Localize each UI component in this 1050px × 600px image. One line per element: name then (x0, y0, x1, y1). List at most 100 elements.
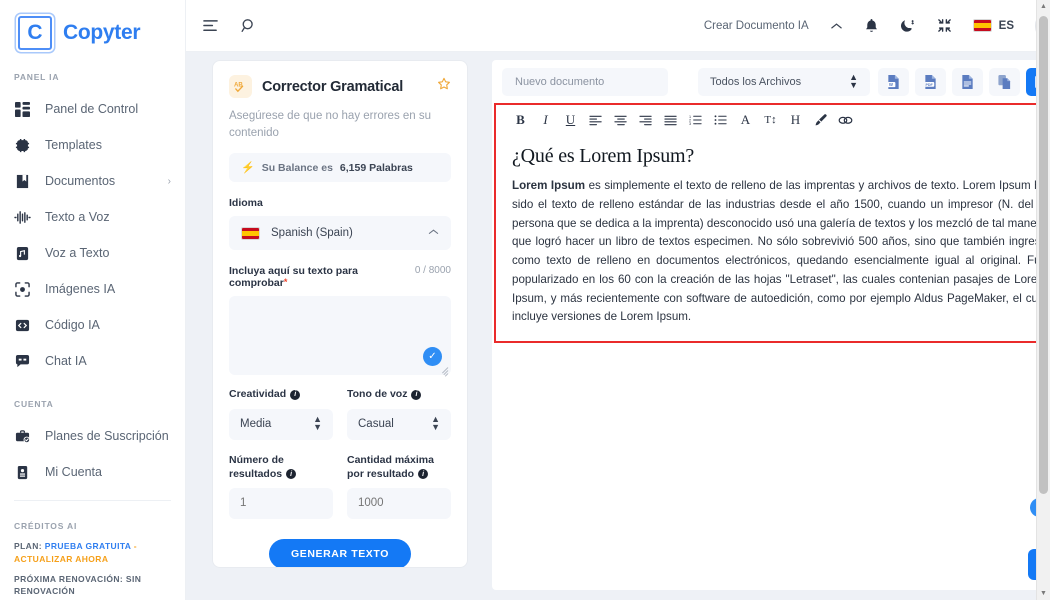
svg-text:PDF: PDF (925, 83, 933, 87)
plan-upgrade-link[interactable]: ACTUALIZAR AHORA (14, 554, 108, 564)
text-counter: 0 / 8000 (414, 265, 451, 277)
sidebar-item-voz-a-texto[interactable]: Voz a Texto (0, 235, 185, 271)
creativity-value: Media (240, 418, 272, 431)
sidebar-item-mi-cuenta[interactable]: Mi Cuenta (0, 454, 185, 490)
bolt-icon: ⚡ (241, 162, 255, 175)
spellcheck-icon: AB (229, 75, 252, 98)
tool-panel-wrapper: AB Corrector Gramatical Asegúrese de que… (186, 52, 482, 600)
spain-flag-icon (972, 19, 992, 32)
star-icon[interactable] (437, 77, 451, 96)
maxamount-label: Cantidad máxima por resultado i (347, 453, 451, 481)
file-filter-select[interactable]: Todos los Archivos ▲ ▼ (698, 68, 870, 96)
info-icon[interactable]: i (418, 469, 429, 480)
brush-button[interactable] (808, 109, 833, 131)
results-label-text: Número de resultados (229, 453, 284, 480)
link-button[interactable] (833, 109, 858, 131)
balance-value: 6,159 Palabras (339, 161, 413, 174)
sidebar-item-chat-ia[interactable]: Chat IA (0, 343, 185, 379)
text-field-label: 0 / 8000 Incluya aquí su texto para comp… (229, 265, 451, 289)
document-name-input[interactable] (502, 68, 668, 96)
export-buttons-group: W PDF (878, 68, 1050, 96)
sidebar-item-documentos[interactable]: Documentos › (0, 163, 185, 199)
maxamount-input[interactable] (347, 487, 451, 519)
document-content[interactable]: ¿Qué es Lorem Ipsum? Lorem Ipsum es simp… (494, 135, 1050, 344)
tone-select[interactable]: Casual ▲ ▼ (347, 408, 451, 440)
balance-text: Su Balance es (261, 161, 333, 174)
scrollbar-up-arrow-icon[interactable]: ▲ (1040, 3, 1047, 10)
editor-wrapper: Todos los Archivos ▲▼ W PDF (482, 52, 1050, 600)
sidebar-item-planes-de-suscripcion[interactable]: Planes de Suscripción (0, 418, 185, 454)
text-input-textarea[interactable]: ✓ (229, 296, 451, 378)
generate-text-button[interactable]: GENERAR TEXTO (269, 538, 411, 567)
font-color-button[interactable]: A (733, 109, 758, 131)
results-input[interactable] (229, 487, 333, 519)
creativity-field: Creatividad i Media ▲ ▼ (229, 387, 333, 440)
brand[interactable]: C Copyter (0, 0, 185, 52)
resize-grip-icon[interactable] (440, 365, 449, 378)
plan-dash: - (133, 541, 138, 551)
menu-collapse-icon[interactable] (202, 18, 219, 33)
svg-text:3: 3 (689, 122, 691, 126)
ordered-list-button[interactable]: 123 (683, 109, 708, 131)
sidebar-item-imagenes-ia[interactable]: Imágenes IA (0, 271, 185, 307)
export-word-button[interactable]: W (878, 68, 909, 96)
sidebar-item-label: Imágenes IA (45, 282, 116, 296)
export-pdf-button[interactable]: PDF (915, 68, 946, 96)
create-document-link[interactable]: Crear Documento IA (704, 20, 809, 32)
check-circle-icon[interactable]: ✓ (423, 347, 442, 367)
align-left-button[interactable] (583, 109, 608, 131)
collapse-screen-icon[interactable] (937, 18, 952, 33)
topbar-actions: Crear Documento IA ES (704, 7, 1050, 44)
dashboard-icon (14, 101, 31, 118)
export-txt-button[interactable] (952, 68, 983, 96)
bell-icon[interactable] (864, 18, 879, 34)
italic-button[interactable]: I (533, 109, 558, 131)
creativity-label: Creatividad i (229, 387, 333, 401)
creativity-select[interactable]: Media ▲ ▼ (229, 408, 333, 440)
scrollbar-thumb[interactable] (1039, 16, 1048, 494)
align-right-button[interactable] (633, 109, 658, 131)
topbar: Crear Documento IA ES (186, 0, 1050, 52)
sidebar-item-label: Mi Cuenta (45, 465, 102, 479)
align-justify-button[interactable] (658, 109, 683, 131)
info-icon[interactable]: i (411, 390, 422, 401)
sidebar-item-label: Documentos (45, 174, 116, 188)
sidebar-item-templates[interactable]: Templates (0, 127, 185, 163)
browser-scrollbar[interactable]: ▲ ▼ (1036, 0, 1050, 600)
chevron-up-icon (428, 228, 439, 239)
text-label: Incluya aquí su texto para comprobar (229, 265, 358, 290)
chevron-up-icon[interactable] (830, 21, 843, 31)
waveform-icon (14, 209, 31, 226)
search-icon[interactable] (241, 18, 257, 34)
plan-prefix: PLAN: (14, 541, 42, 551)
info-icon[interactable]: i (286, 469, 297, 480)
document-paragraph: Lorem Ipsum es simplemente el texto de r… (512, 177, 1047, 327)
scrollbar-down-arrow-icon[interactable]: ▼ (1040, 590, 1047, 597)
document-heading: ¿Qué es Lorem Ipsum? (512, 145, 695, 167)
moon-icon[interactable] (900, 18, 916, 34)
tone-label-text: Tono de voz (347, 388, 408, 401)
tone-label: Tono de voz i (347, 387, 451, 401)
content-area: AB Corrector Gramatical Asegúrese de que… (186, 52, 1050, 600)
font-size-button[interactable]: T↕ (758, 109, 783, 131)
sidebar: C Copyter PANEL IA Panel de Control Temp… (0, 0, 186, 600)
copy-document-button[interactable] (989, 68, 1020, 96)
tool-title: Corrector Gramatical (262, 78, 404, 95)
sidebar-item-codigo-ia[interactable]: Código IA (0, 307, 185, 343)
brand-logo-letter: C (27, 21, 43, 44)
info-icon[interactable]: i (290, 390, 301, 401)
sidebar-item-texto-a-voz[interactable]: Texto a Voz (0, 199, 185, 235)
main-column: Crear Documento IA ES AB Corrector Grama… (186, 0, 1050, 600)
plan-line: PLAN: PRUEBA GRATUITA - ACTUALIZAR AHORA (14, 540, 171, 566)
results-label: Número de resultados i (229, 453, 333, 481)
bullet-list-button[interactable] (708, 109, 733, 131)
heading-button[interactable]: H (783, 109, 808, 131)
language-select[interactable]: Spanish (Spain) (229, 216, 451, 251)
credits-block: PLAN: PRUEBA GRATUITA - ACTUALIZAR AHORA… (0, 540, 185, 598)
results-amount-row: Número de resultadosi Cantidad máxima po… (229, 453, 451, 519)
align-center-button[interactable] (608, 109, 633, 131)
bold-button[interactable]: B (508, 109, 533, 131)
sidebar-item-panel-de-control[interactable]: Panel de Control (0, 91, 185, 127)
language-selector[interactable]: ES (972, 19, 1014, 32)
underline-button[interactable]: U (558, 109, 583, 131)
